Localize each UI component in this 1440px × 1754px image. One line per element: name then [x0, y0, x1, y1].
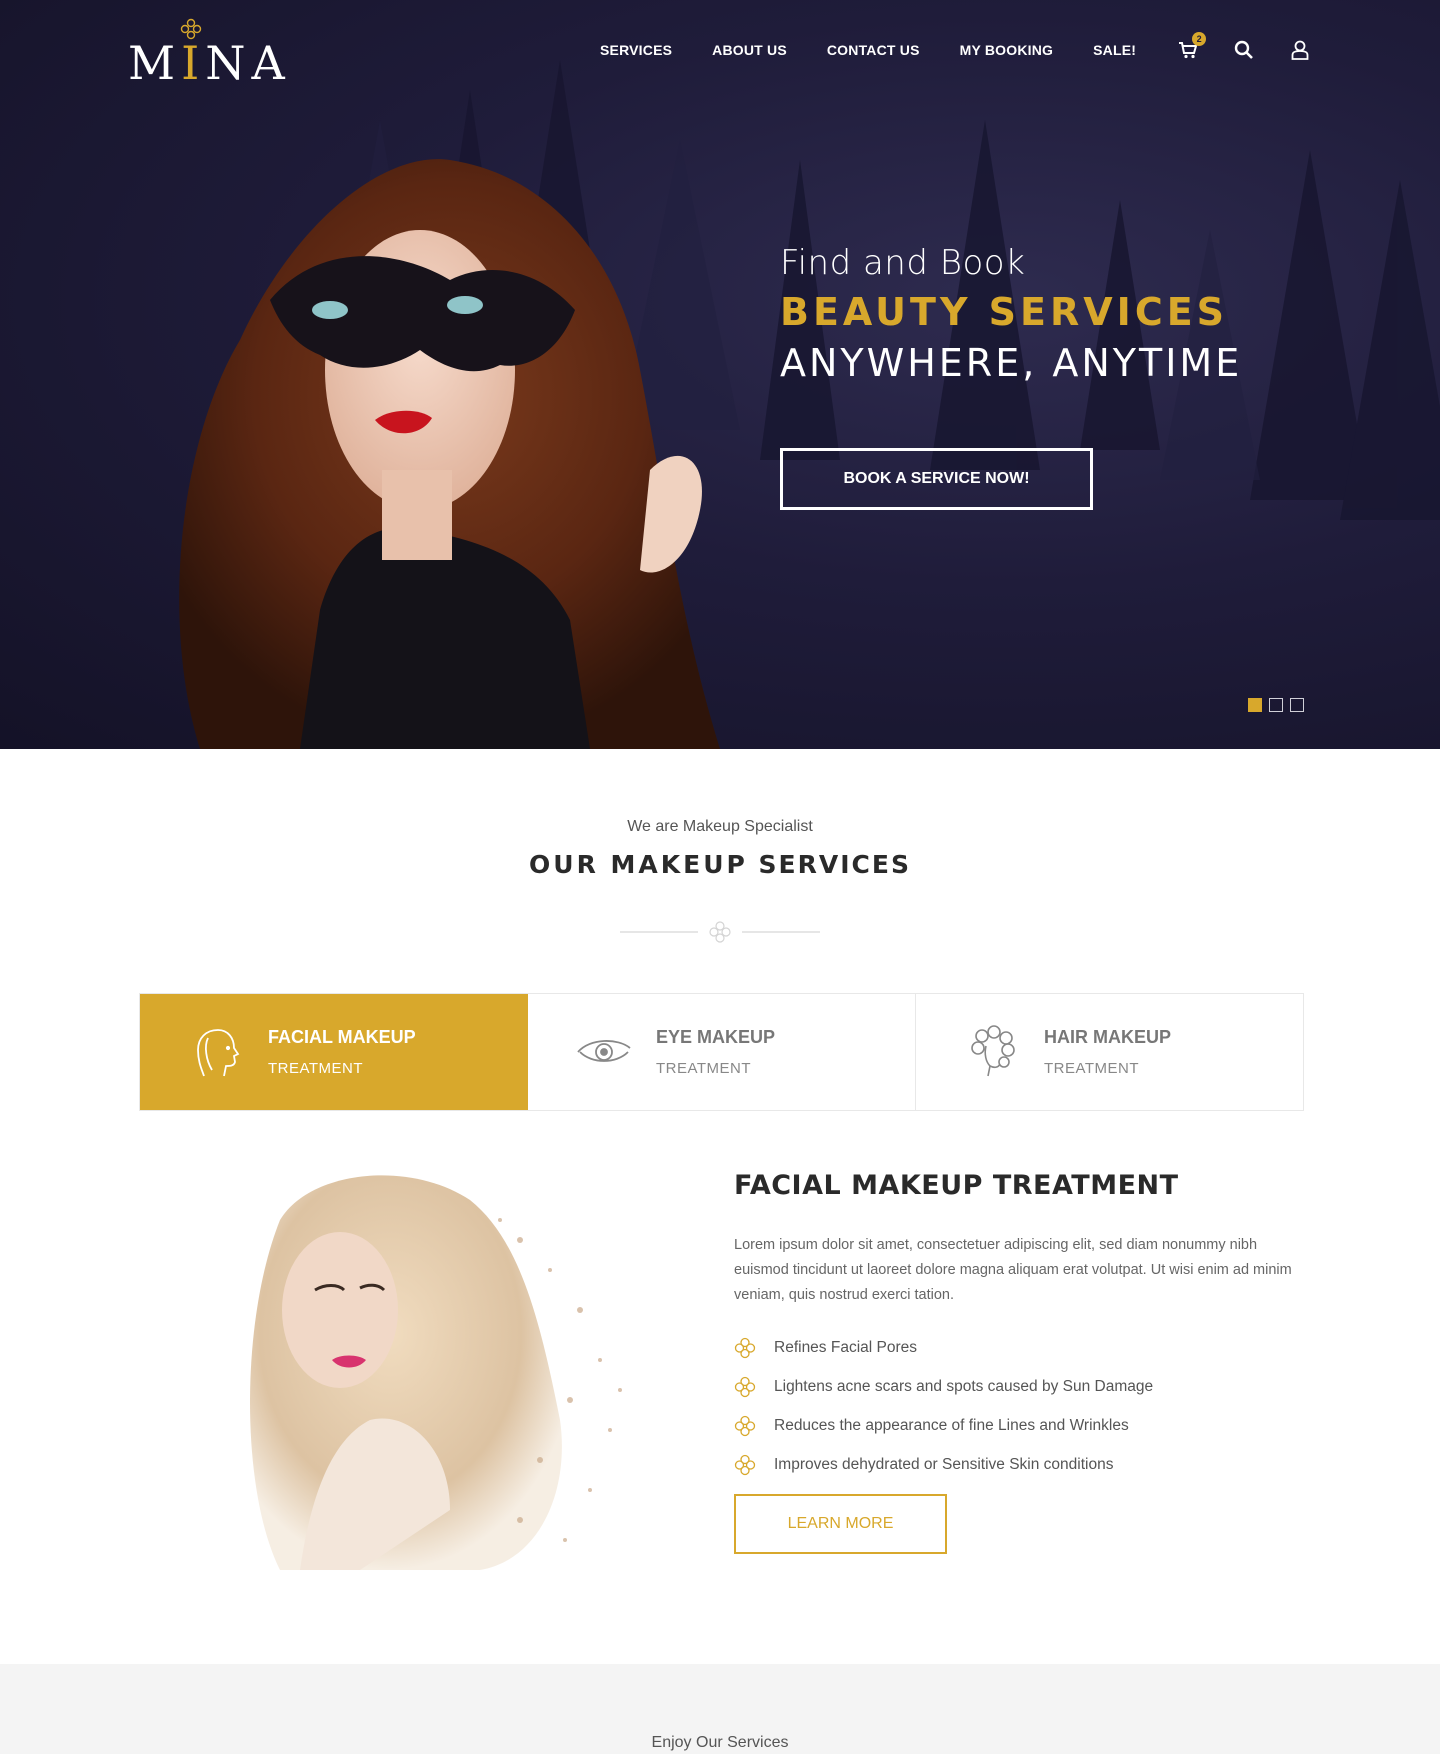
- services-title: OUR MAKEUP SERVICES: [529, 850, 911, 879]
- tab-title: FACIAL MAKEUP: [268, 1027, 416, 1047]
- tab-eye-makeup[interactable]: EYE MAKEUP TREATMENT: [528, 994, 916, 1110]
- tab-subtitle: TREATMENT: [268, 1060, 364, 1077]
- cart-count-badge: 2: [1192, 32, 1207, 46]
- mina-logo[interactable]: MINA: [128, 18, 298, 90]
- list-item: Lightens acne scars and spots caused by …: [734, 1367, 1153, 1406]
- hero-headline: Find and Book BEAUTY SERVICES ANYWHERE, …: [780, 240, 1340, 388]
- list-item-text: Refines Facial Pores: [774, 1338, 918, 1356]
- flower-bullet-icon: [734, 1337, 756, 1358]
- slider-dot-2[interactable]: [1269, 698, 1283, 712]
- list-item: Reduces the appearance of fine Lines and…: [734, 1406, 1153, 1445]
- nav-contact-us[interactable]: CONTACT US: [827, 42, 920, 58]
- dispersion-portrait: [250, 1175, 622, 1570]
- list-item-text: Lightens acne scars and spots caused by …: [774, 1377, 1154, 1395]
- hero-line-2: BEAUTY SERVICES: [780, 290, 1229, 334]
- main-nav: SERVICES ABOUT US CONTACT US MY BOOKING …: [600, 32, 1344, 62]
- tab-hair-makeup[interactable]: HAIR MAKEUP TREATMENT: [916, 994, 1303, 1110]
- logo-text: MINA: [128, 36, 291, 90]
- slider-dots: [1248, 698, 1311, 712]
- book-service-button[interactable]: BOOK A SERVICE NOW!: [780, 448, 1093, 510]
- masked-woman-portrait: [179, 159, 720, 749]
- tab-facial-makeup[interactable]: FACIAL MAKEUP TREATMENT: [140, 994, 528, 1110]
- nav-my-booking[interactable]: MY BOOKING: [960, 42, 1054, 58]
- nav-services[interactable]: SERVICES: [600, 42, 672, 58]
- nav-about-us[interactable]: ABOUT US: [712, 42, 787, 58]
- tab-subtitle: TREATMENT: [1044, 1060, 1140, 1077]
- ornament-divider: [620, 921, 820, 943]
- list-item: Refines Facial Pores: [734, 1328, 1153, 1367]
- user-icon[interactable]: [1288, 38, 1312, 62]
- flower-bullet-icon: [734, 1454, 756, 1475]
- learn-more-button[interactable]: LEARN MORE: [734, 1494, 947, 1554]
- hero-line-1: Find and Book: [780, 243, 1026, 283]
- nav-sale[interactable]: SALE!: [1093, 42, 1136, 58]
- slider-dot-3[interactable]: [1290, 698, 1304, 712]
- slider-dot-1[interactable]: [1248, 698, 1262, 712]
- list-item-text: Improves dehydrated or Sensitive Skin co…: [774, 1455, 1114, 1473]
- search-icon[interactable]: [1232, 38, 1256, 62]
- tab-title: HAIR MAKEUP: [1044, 1027, 1172, 1047]
- cart-icon[interactable]: 2: [1176, 32, 1207, 62]
- next-section-subtitle: Enjoy Our Services: [651, 1734, 789, 1751]
- eye-icon: [577, 1040, 631, 1062]
- flower-bullet-icon: [734, 1376, 756, 1397]
- service-tabs: FACIAL MAKEUP TREATMENT EYE MAKEUP TREAT…: [139, 993, 1304, 1111]
- list-item: Improves dehydrated or Sensitive Skin co…: [734, 1445, 1153, 1484]
- services-subtitle: We are Makeup Specialist: [627, 818, 813, 835]
- hero-banner: MINA SERVICES ABOUT US CONTACT US MY BOO…: [0, 0, 1440, 749]
- flower-bullet-icon: [734, 1415, 756, 1436]
- tab-title: EYE MAKEUP: [656, 1027, 776, 1047]
- feature-list: Refines Facial Pores Lightens acne scars…: [734, 1328, 1153, 1484]
- face-icon: [197, 1029, 240, 1077]
- list-item-text: Reduces the appearance of fine Lines and…: [774, 1416, 1129, 1434]
- feature-title: FACIAL MAKEUP TREATMENT: [734, 1170, 1179, 1201]
- hero-line-3: ANYWHERE, ANYTIME: [780, 341, 1243, 385]
- hair-icon: [971, 1025, 1015, 1077]
- feature-description: Lorem ipsum dolor sit amet, consectetuer…: [734, 1237, 1292, 1303]
- tab-subtitle: TREATMENT: [656, 1060, 752, 1077]
